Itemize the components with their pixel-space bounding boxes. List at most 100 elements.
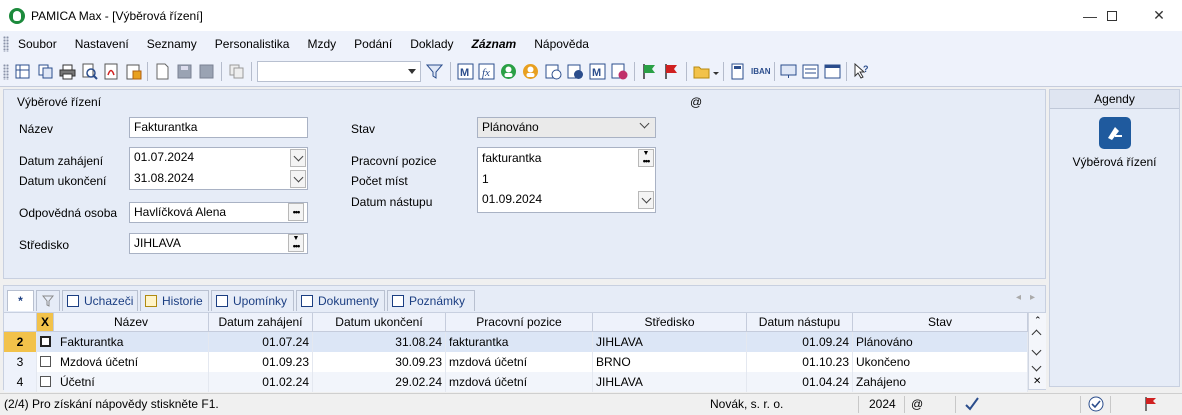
- close-grid-icon[interactable]: ✕: [1033, 376, 1041, 387]
- svg-text:M: M: [592, 67, 601, 79]
- person-green-icon[interactable]: [500, 63, 517, 80]
- calendar-check-icon[interactable]: [567, 63, 584, 80]
- stredisko-lookup-button[interactable]: ▼ •••: [288, 234, 304, 252]
- person-orange-icon[interactable]: [522, 63, 539, 80]
- filter-combo[interactable]: [257, 61, 421, 82]
- next-record-icon[interactable]: [1031, 345, 1042, 356]
- agendy-item-vyberova-rizeni[interactable]: Výběrová řízení: [1050, 155, 1179, 169]
- toolbar-separator: [221, 62, 222, 81]
- menu-soubor[interactable]: Soubor: [18, 37, 57, 51]
- add-document-icon[interactable]: [611, 63, 628, 80]
- menu-mzdy[interactable]: Mzdy: [307, 37, 336, 51]
- table-icon[interactable]: [14, 63, 31, 80]
- print-icon[interactable]: [59, 63, 76, 80]
- menu-nastaveni[interactable]: Nastavení: [75, 37, 129, 51]
- vyberova-rizeni-icon[interactable]: [1098, 117, 1131, 149]
- help-pointer-icon[interactable]: ?: [853, 63, 870, 80]
- menu-personalistika[interactable]: Personalistika: [215, 37, 290, 51]
- odpovedna-osoba-lookup-button[interactable]: •••: [288, 203, 304, 221]
- first-record-icon[interactable]: ⌃: [1034, 315, 1042, 326]
- menu-seznamy[interactable]: Seznamy: [147, 37, 197, 51]
- row-checkbox[interactable]: [40, 356, 51, 367]
- column-header-pracovni-pozice[interactable]: Pracovní pozice: [446, 313, 593, 332]
- close-button[interactable]: ✕: [1136, 0, 1182, 31]
- tab-new[interactable]: *: [7, 290, 34, 311]
- m-list-icon[interactable]: M: [589, 63, 606, 80]
- last-record-icon[interactable]: [1031, 361, 1042, 372]
- row-checkbox[interactable]: [40, 336, 51, 347]
- datum-nastupu-field[interactable]: 01.09.2024: [482, 192, 542, 206]
- tab-poznamky[interactable]: Poznámky: [387, 290, 475, 311]
- tab-scroll-left-icon[interactable]: ◂: [1016, 292, 1021, 303]
- pracovni-pozice-field[interactable]: fakturantka: [482, 151, 541, 165]
- menu-doklady[interactable]: Doklady: [410, 37, 453, 51]
- filter-tab-icon[interactable]: [36, 290, 60, 311]
- checkmark-pencil-icon[interactable]: [964, 396, 980, 415]
- datum-zahajeni-field[interactable]: 01.07.2024: [134, 150, 194, 164]
- toolbar-separator: [450, 62, 451, 81]
- tab-scroll-right-icon[interactable]: ▸: [1030, 292, 1035, 303]
- list-icon: [301, 295, 313, 307]
- datum-ukonceni-field[interactable]: 31.08.2024: [134, 171, 194, 185]
- email-at-icon[interactable]: @: [690, 95, 702, 109]
- status-flag-icon[interactable]: [1143, 396, 1159, 415]
- red-flag-icon[interactable]: [663, 63, 680, 80]
- previous-record-icon[interactable]: [1031, 329, 1042, 340]
- pdf-icon[interactable]: [103, 63, 120, 80]
- m-icon[interactable]: M: [457, 63, 474, 80]
- column-header-datum-nastupu[interactable]: Datum nástupu: [747, 313, 853, 332]
- stav-label: Stav: [351, 122, 376, 136]
- column-header-x[interactable]: X: [37, 313, 54, 332]
- stav-select[interactable]: Plánováno: [477, 117, 656, 138]
- export-icon[interactable]: [125, 63, 142, 80]
- pocet-mist-field[interactable]: 1: [482, 172, 489, 186]
- odpovedna-osoba-field[interactable]: Havlíčková Alena: [129, 202, 308, 223]
- formula-icon[interactable]: fx: [478, 63, 495, 80]
- menu-zaznam[interactable]: Záznam: [472, 37, 517, 51]
- duplicate-icon[interactable]: [228, 63, 245, 80]
- green-flag-icon[interactable]: [641, 63, 658, 80]
- toolbar: M fx M IBAN ?: [0, 57, 1182, 87]
- column-header-datum-ukonceni[interactable]: Datum ukončení: [313, 313, 446, 332]
- row-checkbox[interactable]: [40, 376, 51, 387]
- folder-dropdown-icon[interactable]: [712, 63, 720, 80]
- tab-dokumenty[interactable]: Dokumenty: [296, 290, 385, 311]
- pocet-mist-label: Počet míst: [351, 174, 408, 188]
- column-header-nazev[interactable]: Název: [54, 313, 209, 332]
- status-ok-icon[interactable]: [1088, 396, 1104, 415]
- menu-podani[interactable]: Podání: [354, 37, 392, 51]
- status-email-icon[interactable]: @: [911, 397, 923, 411]
- tab-uchazeci[interactable]: Uchazeči: [62, 290, 138, 311]
- nazev-field[interactable]: Fakturantka: [129, 117, 308, 138]
- tab-historie[interactable]: Historie: [140, 290, 209, 311]
- datum-nastupu-dropdown[interactable]: [638, 191, 654, 209]
- copy-icon[interactable]: [37, 63, 54, 80]
- save-icon[interactable]: [176, 63, 193, 80]
- column-header-stav[interactable]: Stav: [853, 313, 1028, 332]
- odpovedna-osoba-value: Havlíčková Alena: [134, 205, 227, 219]
- print-preview-icon[interactable]: [81, 63, 98, 80]
- folder-icon[interactable]: [693, 63, 710, 80]
- form-view-icon[interactable]: [802, 63, 819, 80]
- window-icon[interactable]: [824, 63, 841, 80]
- menu-grip: [3, 36, 9, 52]
- calendar-clock-icon[interactable]: [545, 63, 562, 80]
- screen-icon[interactable]: [780, 63, 797, 80]
- pracovni-pozice-lookup-button[interactable]: ▼ •••: [638, 149, 654, 167]
- column-header-stredisko[interactable]: Středisko: [593, 313, 747, 332]
- tab-upominky[interactable]: Upomínky: [211, 290, 294, 311]
- calculator-icon[interactable]: [729, 63, 746, 80]
- datum-ukonceni-dropdown[interactable]: [290, 170, 306, 188]
- filter-icon[interactable]: [426, 63, 443, 80]
- column-header-datum-zahajeni[interactable]: Datum zahájení: [209, 313, 313, 332]
- cell-pracovni-pozice: mzdová účetní: [446, 352, 593, 372]
- cell-pracovni-pozice: mzdová účetní: [446, 372, 593, 392]
- menu-napoveda[interactable]: Nápověda: [534, 37, 589, 51]
- stredisko-field[interactable]: JIHLAVA: [129, 233, 308, 254]
- delete-record-icon[interactable]: [198, 63, 215, 80]
- status-separator: [1080, 396, 1081, 413]
- new-record-icon[interactable]: [154, 63, 171, 80]
- iban-icon[interactable]: IBAN: [751, 63, 771, 80]
- datum-zahajeni-dropdown[interactable]: [290, 149, 306, 167]
- maximize-button[interactable]: [1089, 0, 1135, 31]
